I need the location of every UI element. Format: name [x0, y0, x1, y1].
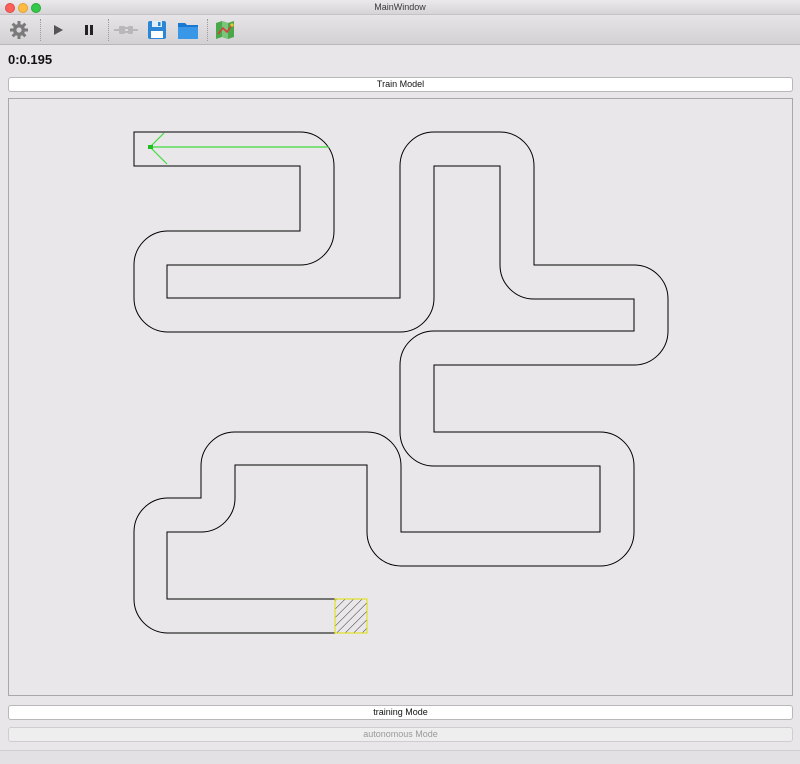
autonomous-mode-button[interactable]: autonomous Mode [8, 727, 793, 742]
track-outer-wall [133, 131, 669, 634]
car-sensor-rays [149, 132, 329, 165]
finish-zone [334, 598, 368, 634]
car [148, 145, 153, 149]
training-mode-button[interactable]: training Mode [8, 705, 793, 720]
track-canvas [8, 98, 793, 696]
track-drawing [133, 131, 669, 634]
status-bar [0, 750, 800, 764]
